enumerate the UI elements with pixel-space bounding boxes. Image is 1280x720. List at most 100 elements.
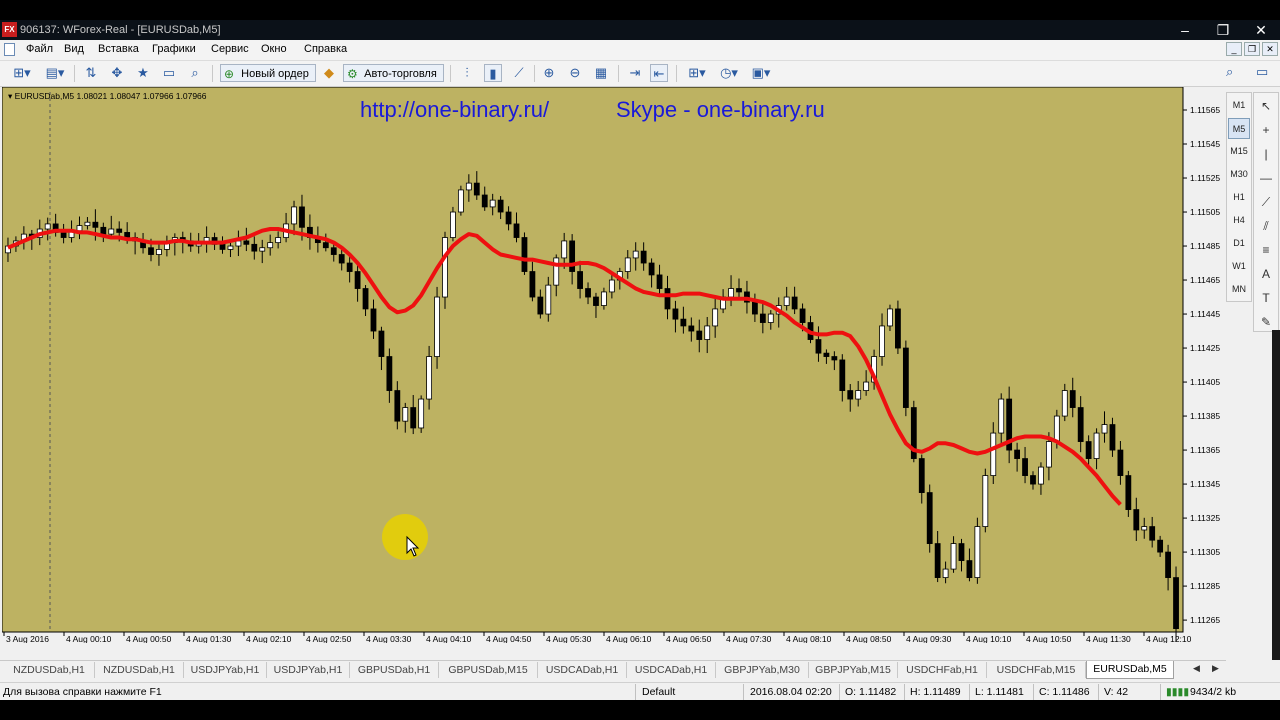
connection-bars-icon: ▮▮▮▮ <box>1166 686 1190 698</box>
candle-body <box>863 381 870 391</box>
candle-body <box>950 543 957 570</box>
price-axis[interactable]: 1.11565 1.11545 1.11525 1.11505 1.11485 1.114… <box>1183 105 1220 625</box>
search-icon[interactable]: ⌕ <box>1226 64 1233 80</box>
time-axis[interactable]: 3 Aug 2016 4 Aug 00:10 4 Aug 00:50 4 Aug 01… <box>3 632 1192 643</box>
chart-window-icon[interactable] <box>4 43 15 56</box>
chat-icon[interactable]: ▭ <box>1256 64 1268 80</box>
tab-gbpusd-h1[interactable]: GBPUSDab,H1 <box>350 662 439 678</box>
chart-autoscroll-icon[interactable]: ⇥ <box>626 64 644 82</box>
tab-usdchf-h1[interactable]: USDCHFab,H1 <box>898 662 987 678</box>
candle-body <box>831 356 838 361</box>
new-order-button[interactable]: ⊕ Новый ордер <box>220 64 316 82</box>
tab-nzdusd-h1-b[interactable]: NZDUSDab,H1 <box>95 662 184 678</box>
minimize-icon[interactable]: – <box>1170 20 1200 40</box>
text-tool-icon[interactable]: A <box>1255 263 1277 285</box>
tab-usdcad-h1-b[interactable]: USDCADab,H1 <box>627 662 716 678</box>
chart-canvas[interactable]: 1.11565 1.11545 1.11525 1.11505 1.11485 1.114… <box>2 87 1223 643</box>
tab-usdchf-m15[interactable]: USDCHFab,M15 <box>987 662 1086 678</box>
data-window-icon[interactable]: ✥ <box>108 64 126 82</box>
tile-windows-icon[interactable]: ▦ <box>592 64 610 82</box>
x-tick-label: 4 Aug 09:30 <box>906 634 952 643</box>
x-tick-label: 4 Aug 02:10 <box>246 634 292 643</box>
timeframe-m30[interactable]: M30 <box>1228 164 1250 185</box>
tabs-scroll-left-icon[interactable]: ◀ <box>1193 663 1200 674</box>
candle-body <box>601 291 607 306</box>
tab-usdjpy-h1-a[interactable]: USDJPYab,H1 <box>184 662 267 678</box>
menu-view[interactable]: Вид <box>64 43 84 55</box>
mdi-minimize-icon[interactable]: _ <box>1226 42 1242 56</box>
menu-window[interactable]: Окно <box>261 43 287 55</box>
drawing-toolbar: ↖ + | — ⟋ ⫽ ≡ A T ✎ <box>1253 92 1279 332</box>
chart-shift-icon[interactable]: ⇤ <box>650 64 668 82</box>
price-chart[interactable]: 1.11565 1.11545 1.11525 1.11505 1.11485 1.114… <box>2 87 1223 643</box>
timeframe-d1[interactable]: D1 <box>1228 233 1250 254</box>
templates-icon[interactable]: ▣▾ <box>748 64 774 82</box>
plot-area[interactable] <box>2 87 1184 633</box>
candle-body <box>243 240 250 245</box>
fibonacci-icon[interactable]: ≡ <box>1255 239 1277 261</box>
menu-file[interactable]: Файл <box>26 43 53 55</box>
candle-body <box>632 250 639 259</box>
label-tool-icon[interactable]: T <box>1255 287 1277 309</box>
candle-body <box>338 254 345 264</box>
periods-icon[interactable]: ◷▾ <box>716 64 742 82</box>
zoom-out-icon[interactable]: ⊖ <box>566 64 584 82</box>
close-icon[interactable]: ✕ <box>1246 20 1276 40</box>
navigator-icon[interactable]: ★ <box>134 64 152 82</box>
market-watch-icon[interactable]: ⇅ <box>82 64 100 82</box>
window-titlebar[interactable]: FX 906137: WForex-Real - [EURUSDab,M5] –… <box>0 20 1280 40</box>
menu-insert[interactable]: Вставка <box>98 43 139 55</box>
new-order-icon: ⊕ <box>224 67 235 81</box>
zoom-in-icon[interactable]: ⊕ <box>540 64 558 82</box>
channel-icon[interactable]: ⫽ <box>1255 215 1277 237</box>
candle-body <box>759 313 766 323</box>
candlestick-chart-icon[interactable]: ▮ <box>484 64 502 82</box>
mdi-restore-icon[interactable]: ❐ <box>1244 42 1260 56</box>
cursor-tool-icon[interactable]: ↖ <box>1255 95 1277 117</box>
candle-body <box>1053 415 1060 442</box>
tab-nzdusd-h1-a[interactable]: NZDUSDab,H1 <box>4 662 95 678</box>
menu-charts[interactable]: Графики <box>152 43 196 55</box>
y-tick-label: 1.11485 <box>1190 241 1220 251</box>
status-bar: Для вызова справки нажмите F1 Default 20… <box>0 682 1280 701</box>
restore-icon[interactable]: ❐ <box>1208 20 1238 40</box>
timeframe-m5[interactable]: M5 <box>1228 118 1250 139</box>
new-chart-icon[interactable]: ⊞▾ <box>8 64 36 82</box>
crosshair-tool-icon[interactable]: + <box>1255 119 1277 141</box>
timeframe-w1[interactable]: W1 <box>1228 256 1250 277</box>
x-tick-label: 4 Aug 06:10 <box>606 634 652 643</box>
mdi-close-icon[interactable]: ✕ <box>1262 42 1278 56</box>
tab-gbpjpy-m15[interactable]: GBPJPYab,M15 <box>809 662 898 678</box>
line-chart-icon[interactable]: ⟋ <box>510 64 528 82</box>
auto-trading-button[interactable]: ⚙ Авто-торговля <box>343 64 444 82</box>
horizontal-line-icon[interactable]: — <box>1255 167 1277 189</box>
candle-body <box>60 232 67 238</box>
menu-tools[interactable]: Сервис <box>211 43 249 55</box>
x-tick-label: 4 Aug 10:50 <box>1026 634 1072 643</box>
timeframe-h4[interactable]: H4 <box>1228 210 1250 231</box>
terminal-icon[interactable]: ▭ <box>160 64 178 82</box>
x-tick-label: 4 Aug 06:50 <box>666 634 712 643</box>
candle-body <box>505 211 512 225</box>
y-tick-label: 1.11345 <box>1190 479 1220 489</box>
metaeditor-icon[interactable]: ◆ <box>320 64 338 82</box>
bar-chart-icon[interactable]: ⫶ <box>458 64 476 82</box>
candle-body <box>855 390 862 400</box>
timeframe-h1[interactable]: H1 <box>1228 187 1250 208</box>
timeframe-m15[interactable]: M15 <box>1228 141 1250 162</box>
timeframe-m1[interactable]: M1 <box>1228 95 1250 116</box>
timeframe-mn[interactable]: MN <box>1228 279 1250 300</box>
profiles-icon[interactable]: ▤▾ <box>42 64 68 82</box>
trendline-icon[interactable]: ⟋ <box>1255 191 1277 213</box>
vertical-line-icon[interactable]: | <box>1255 143 1277 165</box>
tabs-scroll-right-icon[interactable]: ▶ <box>1212 663 1219 674</box>
strategy-tester-icon[interactable]: ⌕ <box>186 64 204 82</box>
indicators-icon[interactable]: ⊞▾ <box>684 64 710 82</box>
tab-gbpjpy-m30[interactable]: GBPJPYab,M30 <box>716 662 809 678</box>
menu-help[interactable]: Справка <box>304 43 347 55</box>
tab-usdcad-h1-a[interactable]: USDCADab,H1 <box>538 662 627 678</box>
tab-gbpusd-m15[interactable]: GBPUSDab,M15 <box>439 662 538 678</box>
tab-eurusd-m5[interactable]: EURUSDab,M5 <box>1086 661 1174 679</box>
x-tick-label: 4 Aug 08:50 <box>846 634 892 643</box>
tab-usdjpy-h1-b[interactable]: USDJPYab,H1 <box>267 662 350 678</box>
